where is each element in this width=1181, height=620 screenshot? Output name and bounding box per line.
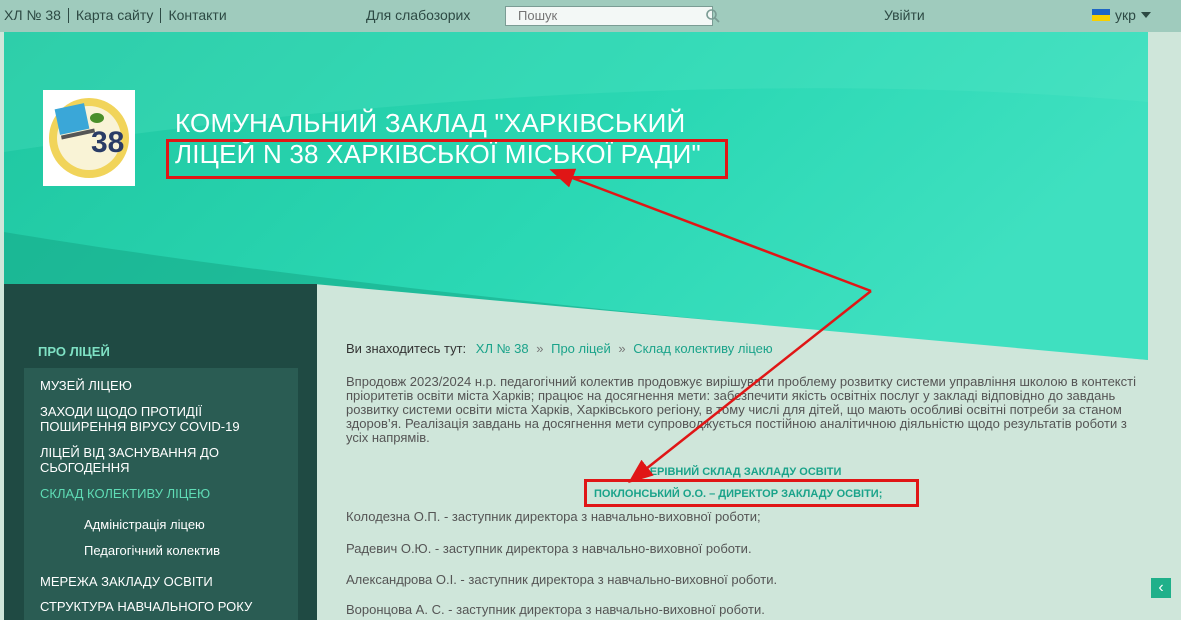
- annotation-arrows: [549, 168, 872, 484]
- chevron-left-icon[interactable]: ‹: [1151, 578, 1171, 598]
